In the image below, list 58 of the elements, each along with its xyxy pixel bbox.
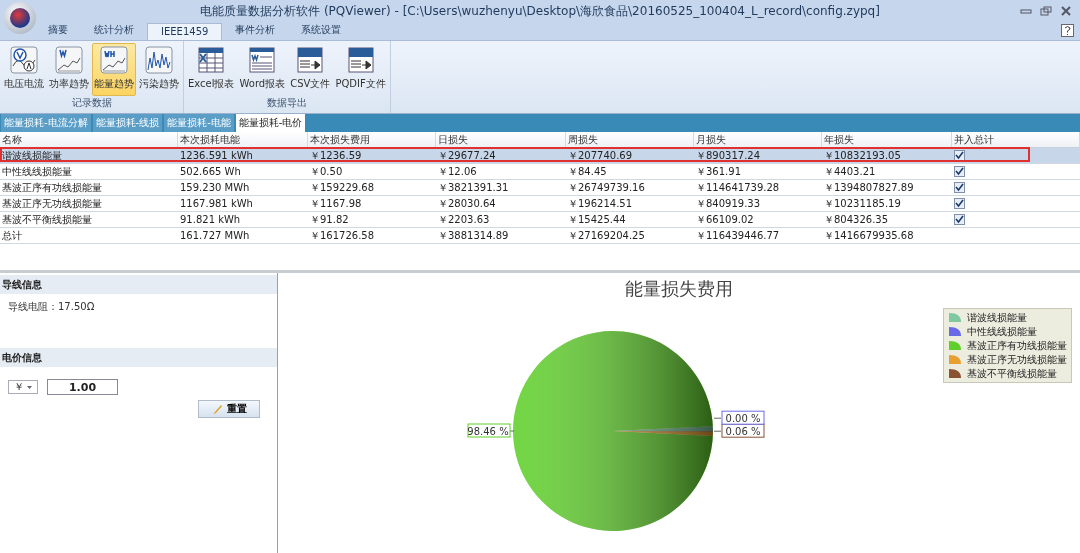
resistance-text: 导线电阻：17.50Ω — [7, 300, 96, 314]
legend-label: 中性线线损能量 — [967, 324, 1037, 339]
data-label: 98.46 % — [467, 423, 515, 438]
table-cell-text: ￥2203.63 — [437, 212, 491, 227]
table-cell-text: 1236.591 kWh — [179, 150, 254, 161]
table-cell-text: ￥840919.33 — [695, 196, 762, 211]
table-cell-text: ￥1236.59 — [309, 148, 363, 163]
table-cell-text: ￥361.91 — [695, 164, 742, 179]
table-cell-text: ￥1416679935.68 — [823, 228, 915, 243]
table-cell-text: ￥28030.64 — [437, 196, 497, 211]
data-label: 0.06 % — [725, 425, 761, 437]
table-cell-text: ￥4403.21 — [823, 164, 877, 179]
table-cell-text: ￥12.06 — [437, 164, 478, 179]
table-cell-text: 中性线线损能量 — [1, 164, 73, 179]
table-cell-text: ￥804326.35 — [823, 212, 890, 227]
data-label: 0.00 % — [713, 410, 765, 425]
table-cell-text: ￥27169204.25 — [567, 228, 646, 243]
table-cell-text: 总计 — [1, 228, 23, 243]
table-cell-text: 91.821 kWh — [179, 214, 242, 225]
table-cell-text: ￥1167.98 — [309, 196, 363, 211]
table-cell-text: ￥161726.58 — [309, 228, 376, 243]
data-label: 98.46 % — [467, 425, 509, 437]
section-header: 电价信息 — [0, 348, 277, 367]
table-cell-text: 161.727 MWh — [179, 230, 251, 241]
chart-title: 能量损失费用 — [624, 277, 734, 301]
table-cell-text: 159.230 MWh — [179, 182, 251, 193]
table-cell-text: ￥15425.44 — [567, 212, 627, 227]
table-cell-text: ￥116439446.77 — [695, 228, 781, 243]
legend-label: 基波正序有功线损能量 — [967, 338, 1067, 353]
table-cell-text: ￥29677.24 — [437, 148, 497, 163]
window-title: 电能质量数据分析软件 (PQViewer) - [C:\Users\wuzhenyu\Desktop\海欣食品\20160525_100404_L_record\config.zypq] — [199, 2, 881, 20]
legend-label: 谐波线损能量 — [967, 310, 1027, 325]
table-cell-text: 基波不平衡线损能量 — [1, 212, 93, 227]
table-cell-text: 1167.981 kWh — [179, 198, 254, 209]
table-cell-text: ￥3821391.31 — [437, 180, 510, 195]
table-cell-text: ￥159229.68 — [309, 180, 376, 195]
ribbon-group-label: 数据导出 — [265, 96, 308, 110]
table-cell-text: 基波正序无功线损能量 — [1, 196, 103, 211]
table-cell-text: ￥196214.51 — [567, 196, 634, 211]
table-cell-text: 谐波线损能量 — [1, 148, 63, 163]
table-cell-text: ￥0.50 — [309, 164, 344, 179]
table-cell-text: ￥26749739.16 — [567, 180, 646, 195]
table-cell-text: ￥10832193.05 — [823, 148, 902, 163]
table-cell-text: ￥1394807827.89 — [823, 180, 915, 195]
table-cell-text: 502.665 Wh — [179, 166, 242, 177]
table-cell-text: ￥207740.69 — [567, 148, 634, 163]
table-cell-text: ￥66109.02 — [695, 212, 755, 227]
table-cell-text: ￥91.82 — [309, 212, 350, 227]
table-cell-text: ￥890317.24 — [695, 148, 762, 163]
table-cell-text: ￥3881314.89 — [437, 228, 510, 243]
legend-label: 基波正序无功线损能量 — [967, 352, 1067, 367]
table-cell-text: ￥84.45 — [567, 164, 608, 179]
table-cell-text: ￥114641739.28 — [695, 180, 781, 195]
legend-label: 基波不平衡线损能量 — [967, 366, 1057, 381]
table-cell-text: ￥10231185.19 — [823, 196, 902, 211]
ribbon-group-label: 记录数据 — [70, 96, 113, 110]
table-cell-text: 基波正序有功线损能量 — [1, 180, 103, 195]
section-header: 导线信息 — [0, 275, 277, 294]
